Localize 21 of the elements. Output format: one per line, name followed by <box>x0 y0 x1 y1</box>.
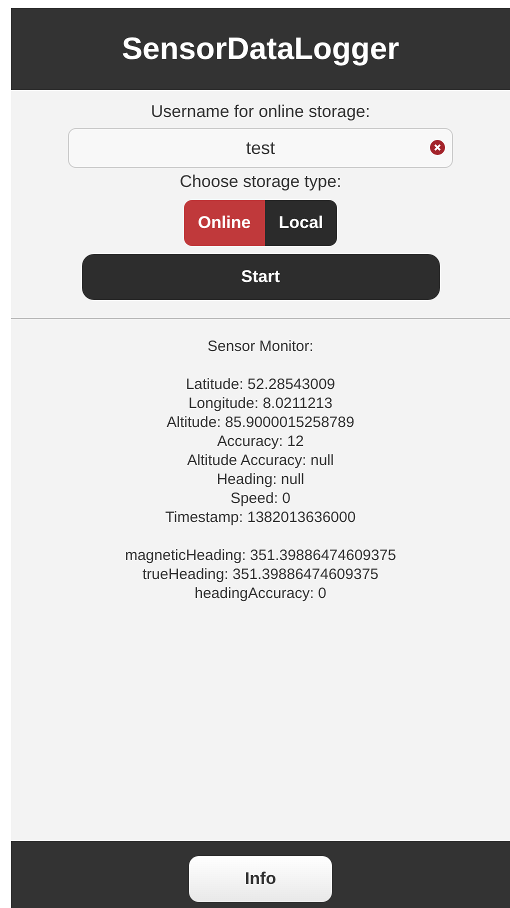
sensor-reading: Altitude Accuracy: null <box>187 451 334 470</box>
sensor-reading: trueHeading: 351.39886474609375 <box>142 565 379 584</box>
sensor-reading: headingAccuracy: 0 <box>194 584 326 603</box>
sensor-reading: Timestamp: 1382013636000 <box>165 508 356 527</box>
app-title: SensorDataLogger <box>122 31 400 67</box>
field-label: Choose storage type: <box>180 172 342 192</box>
sensor-reading: Longitude: 8.0211213 <box>188 394 332 413</box>
field-label: Username for online storage: <box>150 102 370 122</box>
sensor-reading: Latitude: 52.28543009 <box>186 375 336 394</box>
sensor-reading: Heading: null <box>216 470 304 489</box>
storage-option[interactable]: Local <box>264 200 338 246</box>
sensor-reading: magneticHeading: 351.39886474609375 <box>124 546 396 565</box>
start-button[interactable]: Start <box>82 254 440 300</box>
storage-option[interactable]: Online <box>184 200 265 246</box>
info-button[interactable]: Info <box>189 856 332 902</box>
monitor-title: Sensor Monitor: <box>208 337 314 356</box>
sensor-reading: Altitude: 85.9000015258789 <box>166 413 354 432</box>
sensor-reading: Accuracy: 12 <box>217 432 304 451</box>
clear-icon[interactable] <box>430 140 445 155</box>
username-field[interactable]: test <box>68 128 453 168</box>
sensor-reading: Speed: 0 <box>230 489 291 508</box>
